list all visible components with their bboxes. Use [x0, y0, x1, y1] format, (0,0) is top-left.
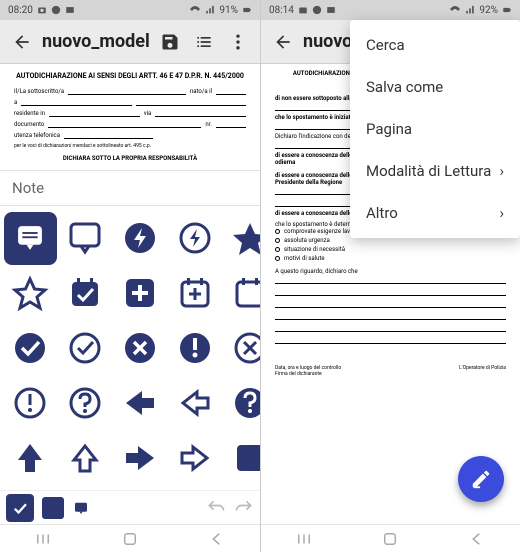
status-time: 08:20	[8, 5, 33, 16]
stamp-arrow-right-filled[interactable]	[116, 433, 165, 482]
stamp-x-circle-outline[interactable]	[225, 324, 260, 373]
status-battery: 91%	[219, 5, 238, 16]
whatsapp-icon	[312, 5, 322, 15]
stamp-calendar-blank[interactable]	[225, 269, 260, 318]
stamp-arrow-left-outline[interactable]	[170, 378, 219, 427]
stamp-exclaim-circle-outline[interactable]	[6, 378, 55, 427]
nav-recent[interactable]	[34, 530, 52, 548]
back-button[interactable]	[269, 28, 297, 56]
mail-icon	[326, 5, 336, 15]
status-battery: 92%	[479, 5, 498, 16]
chevron-right-icon: ›	[499, 162, 504, 180]
stamp-check-circle-filled[interactable]	[6, 324, 55, 373]
nav-back[interactable]	[208, 530, 226, 548]
nav-back[interactable]	[468, 530, 486, 548]
stamp-calendar-check[interactable]	[61, 269, 110, 318]
nav-home[interactable]	[381, 530, 399, 548]
undo-button[interactable]	[206, 498, 226, 518]
overflow-button[interactable]	[224, 28, 252, 56]
overflow-menu: Cerca Salva come Pagina Modalità di Lett…	[350, 20, 520, 238]
stamp-arrow-left-filled[interactable]	[116, 378, 165, 427]
list-button[interactable]	[190, 28, 218, 56]
menu-item-more[interactable]: Altro›	[350, 192, 520, 234]
menu-item-reading-mode[interactable]: Modalità di Lettura›	[350, 150, 520, 192]
back-button[interactable]	[8, 28, 36, 56]
stamp-note-filled[interactable]	[6, 214, 55, 263]
nav-recent[interactable]	[295, 530, 313, 548]
app-title: nuovo_modell…	[42, 31, 150, 52]
phone-left: 08:20 91% nuovo_modell… AUTODICHIARAZION…	[0, 0, 260, 552]
battery-icon	[242, 5, 252, 15]
menu-item-search[interactable]: Cerca	[350, 24, 520, 66]
stamp-picker	[0, 206, 260, 490]
phone-right: 08:14 92% nuovo_… Cerca Salva come Pagin…	[260, 0, 520, 552]
stamp-check-circle-outline[interactable]	[61, 324, 110, 373]
camera-icon	[298, 5, 308, 15]
nav-home[interactable]	[121, 530, 139, 548]
stamp-plus-square[interactable]	[116, 269, 165, 318]
note-small-icon[interactable]	[72, 499, 90, 517]
stamp-arrow-up-filled[interactable]	[6, 433, 55, 482]
stamp-bolt-outline[interactable]	[170, 214, 219, 263]
note-header: Note	[0, 170, 260, 206]
stamp-star-filled[interactable]	[225, 214, 260, 263]
signal-icon	[465, 5, 475, 15]
app-bar: nuovo_modell…	[0, 20, 260, 64]
battery-icon	[502, 5, 512, 15]
status-bar: 08:20 91%	[0, 0, 260, 20]
stamp-bolt-filled[interactable]	[116, 214, 165, 263]
stamp-star-outline[interactable]	[6, 269, 55, 318]
footer-toolbar	[0, 490, 260, 524]
status-bar: 08:14 92%	[261, 0, 520, 20]
stamp-question-circle-outline[interactable]	[61, 378, 110, 427]
doc-title: AUTODICHIARAZIONE AI SENSI DEGLI ARTT. 4…	[14, 72, 246, 80]
wifi-icon	[189, 5, 201, 15]
wifi-icon	[449, 5, 461, 15]
menu-item-save-as[interactable]: Salva come	[350, 66, 520, 108]
whatsapp-icon	[51, 5, 61, 15]
stamp-calendar-plus[interactable]	[170, 269, 219, 318]
nav-bar	[261, 524, 520, 552]
mail-icon	[65, 5, 75, 15]
camera-icon	[37, 5, 47, 15]
menu-item-page[interactable]: Pagina	[350, 108, 520, 150]
stamp-arrow-right-outline[interactable]	[170, 433, 219, 482]
stamp-exclaim-circle-filled[interactable]	[170, 324, 219, 373]
signal-icon	[205, 5, 215, 15]
redo-button[interactable]	[234, 498, 254, 518]
color-swatch-navy[interactable]	[42, 497, 64, 519]
chevron-right-icon: ›	[499, 204, 504, 222]
nav-bar	[0, 524, 260, 552]
save-button[interactable]	[156, 28, 184, 56]
edit-fab[interactable]	[458, 456, 504, 502]
stamp-note-outline[interactable]	[61, 214, 110, 263]
stamp-question-circle-filled[interactable]	[225, 378, 260, 427]
status-time: 08:14	[269, 5, 294, 16]
pencil-icon	[470, 468, 492, 490]
stamp-arrow-up-outline[interactable]	[61, 433, 110, 482]
document-preview[interactable]: AUTODICHIARAZIONE AI SENSI DEGLI ARTT. 4…	[0, 64, 260, 170]
stamp-x-circle-filled[interactable]	[116, 324, 165, 373]
stamp-square-filled[interactable]	[225, 433, 260, 482]
confirm-button[interactable]	[6, 494, 34, 522]
